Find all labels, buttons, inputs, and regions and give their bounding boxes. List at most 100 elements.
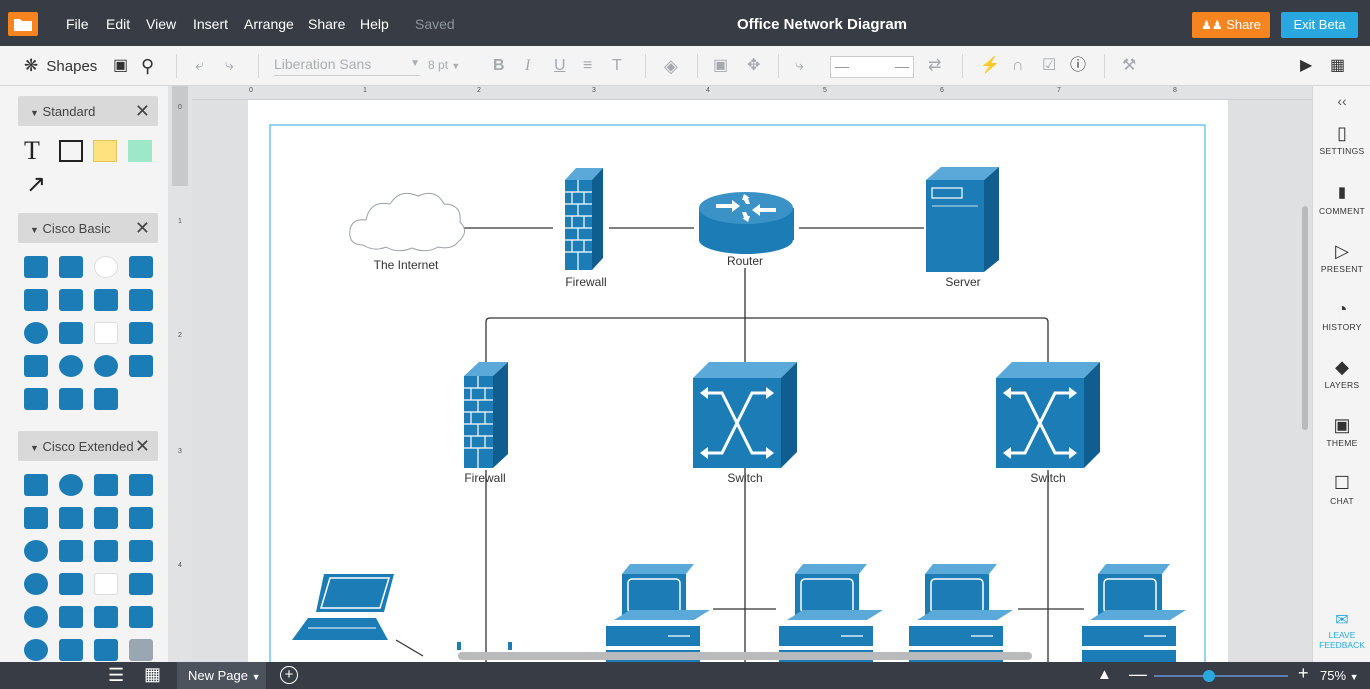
note-shape-icon[interactable] — [93, 140, 117, 162]
cisco-disk-icon[interactable] — [59, 355, 83, 377]
cisco-ext-shape-icon[interactable] — [59, 540, 83, 562]
rectangle-shape-icon[interactable] — [59, 140, 83, 162]
menu-insert[interactable]: Insert — [193, 16, 228, 32]
fullscreen-icon[interactable]: ▦ — [1330, 57, 1345, 75]
menu-help[interactable]: Help — [360, 16, 389, 32]
block-shape-icon[interactable] — [128, 140, 152, 162]
cisco-ext-shape-icon[interactable] — [129, 540, 153, 562]
close-icon[interactable]: ✕ — [135, 101, 150, 122]
cisco-ext-shape-icon[interactable] — [94, 639, 118, 661]
cisco-ext-shape-icon[interactable] — [59, 606, 83, 628]
theme-button[interactable]: ▣ THEME — [1313, 414, 1370, 448]
cisco-ext-shape-icon[interactable] — [94, 507, 118, 529]
font-size-select[interactable]: 8 pt ▼ — [428, 58, 460, 72]
align-icon[interactable]: ≡ — [583, 57, 592, 75]
drawing-canvas[interactable]: The Internet Firewall Router Server Fire… — [192, 100, 1312, 662]
cisco-star-icon[interactable] — [24, 388, 48, 410]
lock-icon[interactable]: ☑ — [1042, 57, 1056, 75]
history-button[interactable]: ◔ HISTORY — [1313, 298, 1370, 332]
info-icon[interactable]: ⓘ — [1070, 57, 1086, 75]
line-style-icon[interactable]: ⤷ — [795, 57, 804, 75]
exit-beta-button[interactable]: Exit Beta — [1281, 12, 1358, 38]
list-view-icon[interactable]: ☰ — [108, 665, 124, 686]
lightning-icon[interactable]: ⚡ — [980, 57, 1000, 75]
close-icon[interactable]: ✕ — [135, 436, 150, 457]
cisco-ext-shape-icon[interactable] — [129, 474, 153, 496]
cisco-ext-shape-icon[interactable] — [129, 639, 153, 661]
cisco-ext-shape-icon[interactable] — [94, 540, 118, 562]
cisco-lock-icon[interactable] — [129, 289, 153, 311]
cisco-building-icon[interactable] — [59, 289, 83, 311]
cisco-server-icon[interactable] — [129, 256, 153, 278]
underline-icon[interactable]: U — [554, 57, 566, 75]
shapes-button[interactable]: ❋ Shapes — [24, 56, 97, 76]
image-icon[interactable]: ▣ — [113, 57, 128, 75]
cisco-workstation-icon[interactable] — [59, 322, 83, 344]
cisco-wireless-icon[interactable] — [94, 322, 118, 344]
redo-icon[interactable]: ⤷ — [225, 57, 234, 75]
shape-border-icon[interactable]: ▣ — [713, 57, 728, 75]
menu-file[interactable]: File — [66, 16, 89, 32]
cisco-ext-shape-icon[interactable] — [59, 639, 83, 661]
swap-arrows-icon[interactable]: ⇄ — [928, 57, 941, 75]
undo-icon[interactable]: ⤶ — [195, 57, 204, 75]
zoom-select[interactable]: 75% ▼ — [1320, 668, 1359, 683]
close-icon[interactable]: ✕ — [135, 218, 150, 239]
collapse-panel-button[interactable]: ‹‹ — [1313, 90, 1370, 112]
settings-button[interactable]: ▯ SETTINGS — [1313, 122, 1370, 156]
cisco-ext-shape-icon[interactable] — [129, 606, 153, 628]
cisco-access-point-icon[interactable] — [94, 388, 118, 410]
cisco-laptop-icon[interactable] — [94, 289, 118, 311]
cisco-ext-shape-icon[interactable] — [24, 573, 48, 595]
menu-edit[interactable]: Edit — [106, 16, 130, 32]
position-icon[interactable]: ✥ — [747, 57, 760, 75]
search-icon[interactable]: ⚲ — [141, 57, 154, 75]
menu-arrange[interactable]: Arrange — [244, 16, 294, 32]
cisco-ext-shape-icon[interactable] — [24, 639, 48, 661]
grid-view-icon[interactable]: ▦ — [144, 664, 161, 685]
cisco-ext-shape-icon[interactable] — [59, 573, 83, 595]
cisco-router-icon[interactable] — [24, 322, 48, 344]
cisco-ext-shape-icon[interactable] — [129, 573, 153, 595]
zoom-in-icon[interactable]: + — [1298, 663, 1309, 684]
italic-icon[interactable]: I — [525, 57, 530, 75]
cisco-relay-icon[interactable] — [129, 355, 153, 377]
cisco-ext-shape-icon[interactable] — [94, 474, 118, 496]
add-page-button[interactable]: + — [280, 666, 298, 684]
cisco-terminal-icon[interactable] — [59, 388, 83, 410]
text-shape-icon[interactable]: T — [24, 136, 40, 166]
zoom-out-icon[interactable]: — — [1129, 664, 1147, 685]
page-tab[interactable]: New Page ▼ — [177, 662, 266, 689]
menu-share[interactable]: Share — [308, 16, 345, 32]
cisco-ext-shape-icon[interactable] — [59, 507, 83, 529]
horizontal-scrollbar[interactable] — [458, 652, 1032, 660]
cisco-ext-shape-icon[interactable] — [59, 474, 83, 496]
cisco-antenna-icon[interactable] — [94, 573, 118, 595]
library-header-cisco-extended[interactable]: ▼ Cisco Extended ✕ — [18, 431, 158, 461]
zoom-slider[interactable] — [1154, 675, 1288, 677]
bold-icon[interactable]: B — [493, 57, 505, 75]
cisco-firewall-icon[interactable] — [24, 289, 48, 311]
share-button[interactable]: ♟♟ Share — [1192, 12, 1270, 38]
app-logo[interactable] — [8, 12, 38, 36]
present-button[interactable]: ▷ PRESENT — [1313, 240, 1370, 274]
cisco-ext-shape-icon[interactable] — [24, 507, 48, 529]
vertical-scrollbar[interactable] — [1302, 206, 1308, 430]
menu-view[interactable]: View — [146, 16, 176, 32]
leave-feedback-button[interactable]: ✉ LEAVE FEEDBACK — [1313, 612, 1370, 650]
cisco-ext-shape-icon[interactable] — [94, 606, 118, 628]
cisco-cloud-icon[interactable] — [94, 256, 118, 278]
chat-button[interactable]: ☐ CHAT — [1313, 472, 1370, 506]
library-header-cisco-basic[interactable]: ▼ Cisco Basic ✕ — [18, 213, 158, 243]
comment-button[interactable]: ▮ COMMENT — [1313, 182, 1370, 216]
font-family-select[interactable]: Liberation Sans ▼ — [274, 56, 420, 76]
fill-color-icon[interactable]: ◈ — [664, 57, 678, 75]
cisco-ext-shape-icon[interactable] — [24, 540, 48, 562]
layers-button[interactable]: ◆ LAYERS — [1313, 356, 1370, 390]
text-options-icon[interactable]: T — [612, 57, 622, 75]
cisco-hub-icon[interactable] — [94, 355, 118, 377]
cisco-phone-icon[interactable] — [129, 322, 153, 344]
cisco-switch-icon[interactable] — [59, 256, 83, 278]
zoom-slider-handle[interactable] — [1203, 670, 1215, 682]
cisco-printer-icon[interactable] — [24, 355, 48, 377]
